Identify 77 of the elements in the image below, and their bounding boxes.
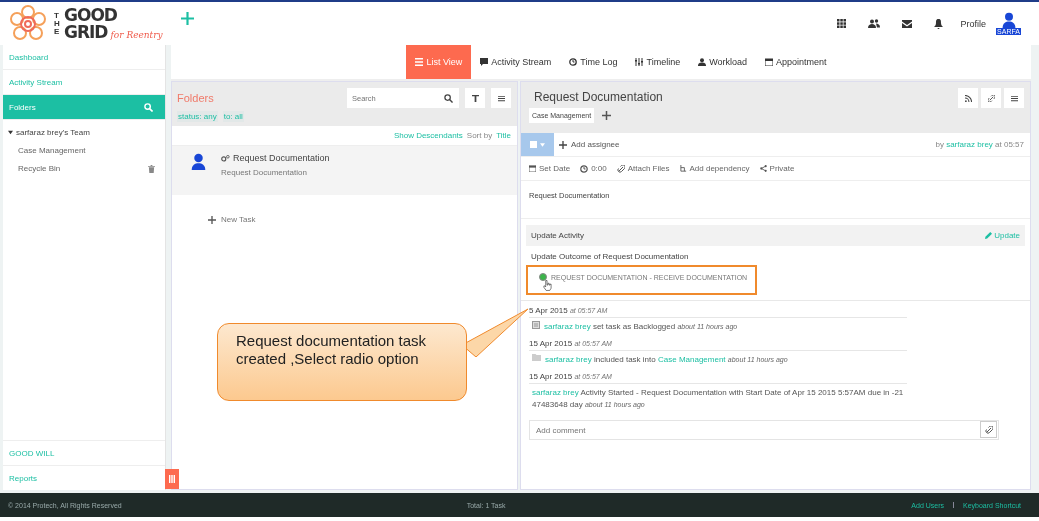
task-card[interactable]: Request Documentation Request Documentation xyxy=(172,146,517,195)
sort-label: Sort by xyxy=(466,131,493,140)
annotation-callout: Request documentation task created ,Select radio option xyxy=(217,323,467,401)
mail-icon[interactable] xyxy=(901,19,912,28)
share-icon xyxy=(759,165,767,172)
caret-icon xyxy=(8,130,13,135)
panel-title: Folders xyxy=(177,92,215,104)
menu-icon xyxy=(1010,94,1018,102)
outcome-label: Update Outcome of Request Documentation xyxy=(530,251,690,263)
new-task-button[interactable]: New Task xyxy=(208,215,517,224)
pencil-icon xyxy=(985,232,993,239)
bell-icon[interactable] xyxy=(933,18,943,29)
calendar-icon xyxy=(529,165,536,172)
folder-icon xyxy=(532,354,541,361)
task-action[interactable]: 0:00 xyxy=(580,164,607,173)
rss-icon xyxy=(964,94,972,102)
plus-icon xyxy=(208,215,216,224)
logo-tagline: for Reentry xyxy=(110,31,163,40)
paperclip-icon xyxy=(984,425,993,434)
task-heading: Request Documentation xyxy=(534,90,663,104)
users-icon[interactable] xyxy=(867,19,880,28)
attach-button[interactable] xyxy=(980,421,997,438)
view-tab[interactable]: Time Log xyxy=(560,45,627,79)
menu-button[interactable] xyxy=(1004,88,1024,108)
add-assignee-button[interactable]: Add assignee xyxy=(559,140,620,149)
dependency-icon xyxy=(679,165,687,172)
menu-icon xyxy=(497,94,505,102)
comment-field[interactable]: Add comment xyxy=(529,420,999,440)
task-action[interactable]: Add dependency xyxy=(679,164,750,173)
task-action[interactable]: Attach Files xyxy=(616,164,670,173)
paperclip-icon xyxy=(616,164,625,173)
tree-item[interactable]: sarfaraz brey's Team xyxy=(3,124,165,141)
task-title: Request Documentation xyxy=(233,153,330,163)
section-title: Update Activity xyxy=(531,231,584,240)
panel-toggle-button[interactable] xyxy=(165,469,179,489)
trash-icon[interactable] xyxy=(148,164,155,173)
clock-icon xyxy=(580,164,589,173)
task-action[interactable]: Set Date xyxy=(529,164,571,173)
task-action[interactable]: Private xyxy=(759,164,795,173)
user-icon xyxy=(698,58,707,66)
logo-text: GOOD xyxy=(64,7,118,24)
hand-cursor-icon xyxy=(543,280,552,291)
logo-text: THE xyxy=(54,11,61,36)
columns-icon xyxy=(168,475,176,483)
view-tab[interactable]: Timeline xyxy=(626,45,690,79)
menu-button[interactable] xyxy=(491,88,511,108)
link-icon xyxy=(987,94,995,102)
task-subtitle: Request Documentation xyxy=(221,168,308,177)
profile-link[interactable]: Profile xyxy=(960,18,987,29)
caret-icon xyxy=(540,142,545,147)
activity-date: 15 Apr 2015 xyxy=(529,372,573,381)
filter-icon xyxy=(471,94,479,102)
tree-item[interactable]: Case Management xyxy=(3,141,165,159)
view-tab[interactable]: Workload xyxy=(689,45,757,79)
list-icon xyxy=(415,58,424,66)
gears-icon xyxy=(221,154,230,162)
activity-date: 15 Apr 2015 xyxy=(529,339,573,348)
view-tab[interactable]: Appointment xyxy=(756,45,836,79)
activity-date: 5 Apr 2015 xyxy=(529,306,568,315)
tree-item[interactable]: Recycle Bin xyxy=(3,159,165,177)
view-tab[interactable]: Activity Stream xyxy=(471,45,561,79)
sliders-icon xyxy=(635,58,644,66)
calendar-icon xyxy=(765,58,774,66)
user-avatar-icon xyxy=(190,153,207,170)
apps-grid-icon[interactable] xyxy=(836,19,846,28)
add-tag-icon[interactable] xyxy=(602,111,612,120)
search-icon[interactable] xyxy=(444,94,453,103)
rss-button[interactable] xyxy=(958,88,978,108)
document-icon xyxy=(532,321,540,329)
link-button[interactable] xyxy=(981,88,1001,108)
plus-icon xyxy=(559,140,567,149)
comment-icon xyxy=(480,58,489,66)
byline-time: at 05:57 xyxy=(995,140,1024,149)
clock-icon xyxy=(569,58,578,66)
logo-text: GRID xyxy=(64,23,108,40)
filter-button[interactable] xyxy=(465,88,485,108)
byline-text: by xyxy=(935,140,944,149)
